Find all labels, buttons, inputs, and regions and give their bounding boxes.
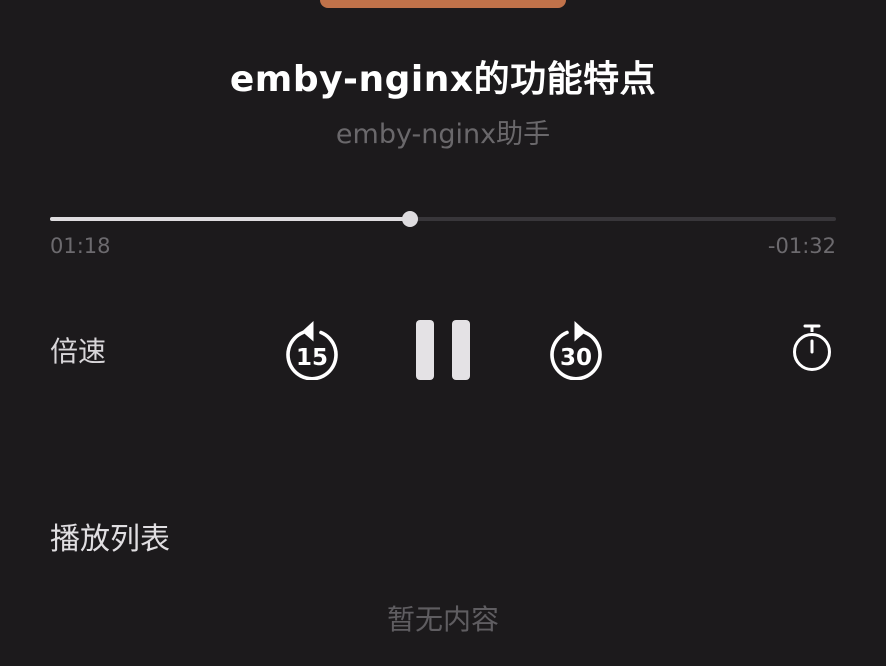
album-artwork [320,0,566,8]
rewind-seconds-label: 15 [296,345,328,371]
track-title: emby-nginx的功能特点 [229,59,657,100]
progress-thumb[interactable] [401,211,418,227]
progress-fill [50,217,410,221]
pause-icon [416,320,434,380]
elapsed-time: 01:18 [50,234,111,258]
album-name: emby-nginx助手 [335,119,551,150]
remaining-time: -01:32 [767,234,836,258]
progress-slider[interactable] [50,204,836,234]
playback-speed-button[interactable]: 倍速 [50,330,106,370]
pause-button[interactable] [410,314,476,386]
playlist-empty-text: 暂无内容 [386,603,499,636]
timer-icon[interactable] [788,322,836,374]
forward-seconds-label: 30 [560,345,592,371]
rewind-15-icon[interactable]: 15 [284,318,340,380]
forward-30-icon[interactable]: 30 [548,318,604,380]
playlist-title: 播放列表 [50,522,170,557]
